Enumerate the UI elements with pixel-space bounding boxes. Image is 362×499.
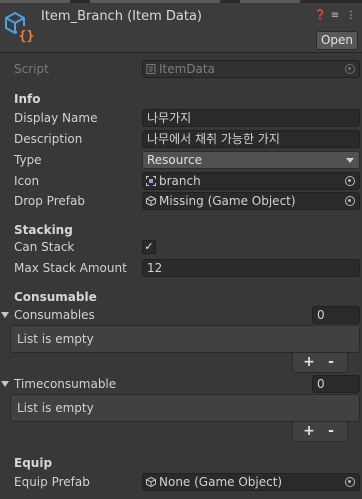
timeconsumable-label[interactable]: Timeconsumable [14,377,116,391]
header-tools: ❓ ≡ ⋮ [314,10,356,21]
section-consumable: Consumable [14,290,97,304]
drop-prefab-label: Drop Prefab [14,194,85,208]
timeconsumable-list: List is empty [10,394,360,422]
can-stack-label: Can Stack [14,240,75,254]
icon-field[interactable]: branch [142,172,360,190]
timeconsumable-size-field[interactable]: 0 [312,375,360,393]
script-row: Script ItemData [0,60,362,80]
can-stack-checkbox[interactable]: ✓ [142,240,156,254]
drop-prefab-value: Missing (Game Object) [159,194,296,208]
equip-prefab-field[interactable]: None (Game Object) [142,473,360,491]
section-stacking: Stacking [14,223,73,237]
section-info: Info [14,92,41,106]
remove-element-button[interactable]: - [322,423,340,439]
sprite-icon [146,176,156,186]
object-picker-icon[interactable] [345,196,355,206]
max-stack-field[interactable]: 12 [142,259,360,277]
description-label: Description [14,132,83,146]
add-element-button[interactable]: + [300,354,318,370]
display-name-field[interactable]: 나무가지 [142,109,360,127]
timeconsumable-foldout[interactable]: Timeconsumable 0 [0,375,362,395]
drop-prefab-row: Drop Prefab Missing (Game Object) [0,192,362,212]
max-stack-label: Max Stack Amount [14,261,127,275]
can-stack-row: Can Stack ✓ [0,238,362,258]
chevron-down-icon [346,158,354,163]
description-field[interactable]: 나무에서 채취 가능한 가지 [142,130,360,148]
svg-text:{}: {} [19,29,35,44]
icon-value: branch [159,174,201,188]
script-value: ItemData [159,62,215,76]
consumables-list: List is empty [10,325,360,353]
preset-icon[interactable]: ≡ [330,10,340,21]
icon-label: Icon [14,174,40,188]
remove-element-button[interactable]: - [322,354,340,370]
script-field[interactable]: ItemData [142,60,360,78]
consumables-list-buttons: + - [292,353,348,373]
list-empty-text: List is empty [17,332,94,346]
type-label: Type [14,153,42,167]
script-label: Script [14,62,49,76]
section-equip: Equip [14,456,53,470]
object-picker-icon [345,64,355,74]
type-row: Type Resource [0,151,362,171]
open-button[interactable]: Open [316,31,358,50]
game-object-icon [146,477,156,487]
equip-prefab-value: None (Game Object) [159,475,283,489]
game-object-icon [146,196,156,206]
script-file-icon [146,64,156,74]
foldout-arrow-icon[interactable] [1,312,9,318]
icon-row: Icon branch [0,172,362,192]
script-object-icon: {} [5,11,36,44]
inspector-header: {} Item_Branch (Item Data) ❓ ≡ ⋮ Open [0,3,362,53]
type-dropdown[interactable]: Resource [142,151,360,169]
object-picker-icon[interactable] [345,176,355,186]
type-value: Resource [147,153,203,167]
consumables-size-field[interactable]: 0 [312,306,360,324]
drop-prefab-field[interactable]: Missing (Game Object) [142,192,360,210]
object-title: Item_Branch (Item Data) [41,9,202,24]
max-stack-row: Max Stack Amount 12 [0,259,362,279]
object-picker-icon[interactable] [345,477,355,487]
foldout-arrow-icon[interactable] [1,381,9,387]
add-element-button[interactable]: + [300,423,318,439]
help-icon[interactable]: ❓ [314,10,326,21]
consumables-foldout[interactable]: Consumables 0 [0,306,362,326]
consumables-label[interactable]: Consumables [14,308,95,322]
list-empty-text: List is empty [17,401,94,415]
description-row: Description 나무에서 채취 가능한 가지 [0,130,362,150]
timeconsumable-list-buttons: + - [292,422,348,442]
display-name-row: Display Name 나무가지 [0,109,362,129]
display-name-label: Display Name [14,111,98,125]
equip-prefab-label: Equip Prefab [14,475,90,489]
more-menu-icon[interactable]: ⋮ [346,10,356,21]
equip-prefab-row: Equip Prefab None (Game Object) [0,473,362,493]
